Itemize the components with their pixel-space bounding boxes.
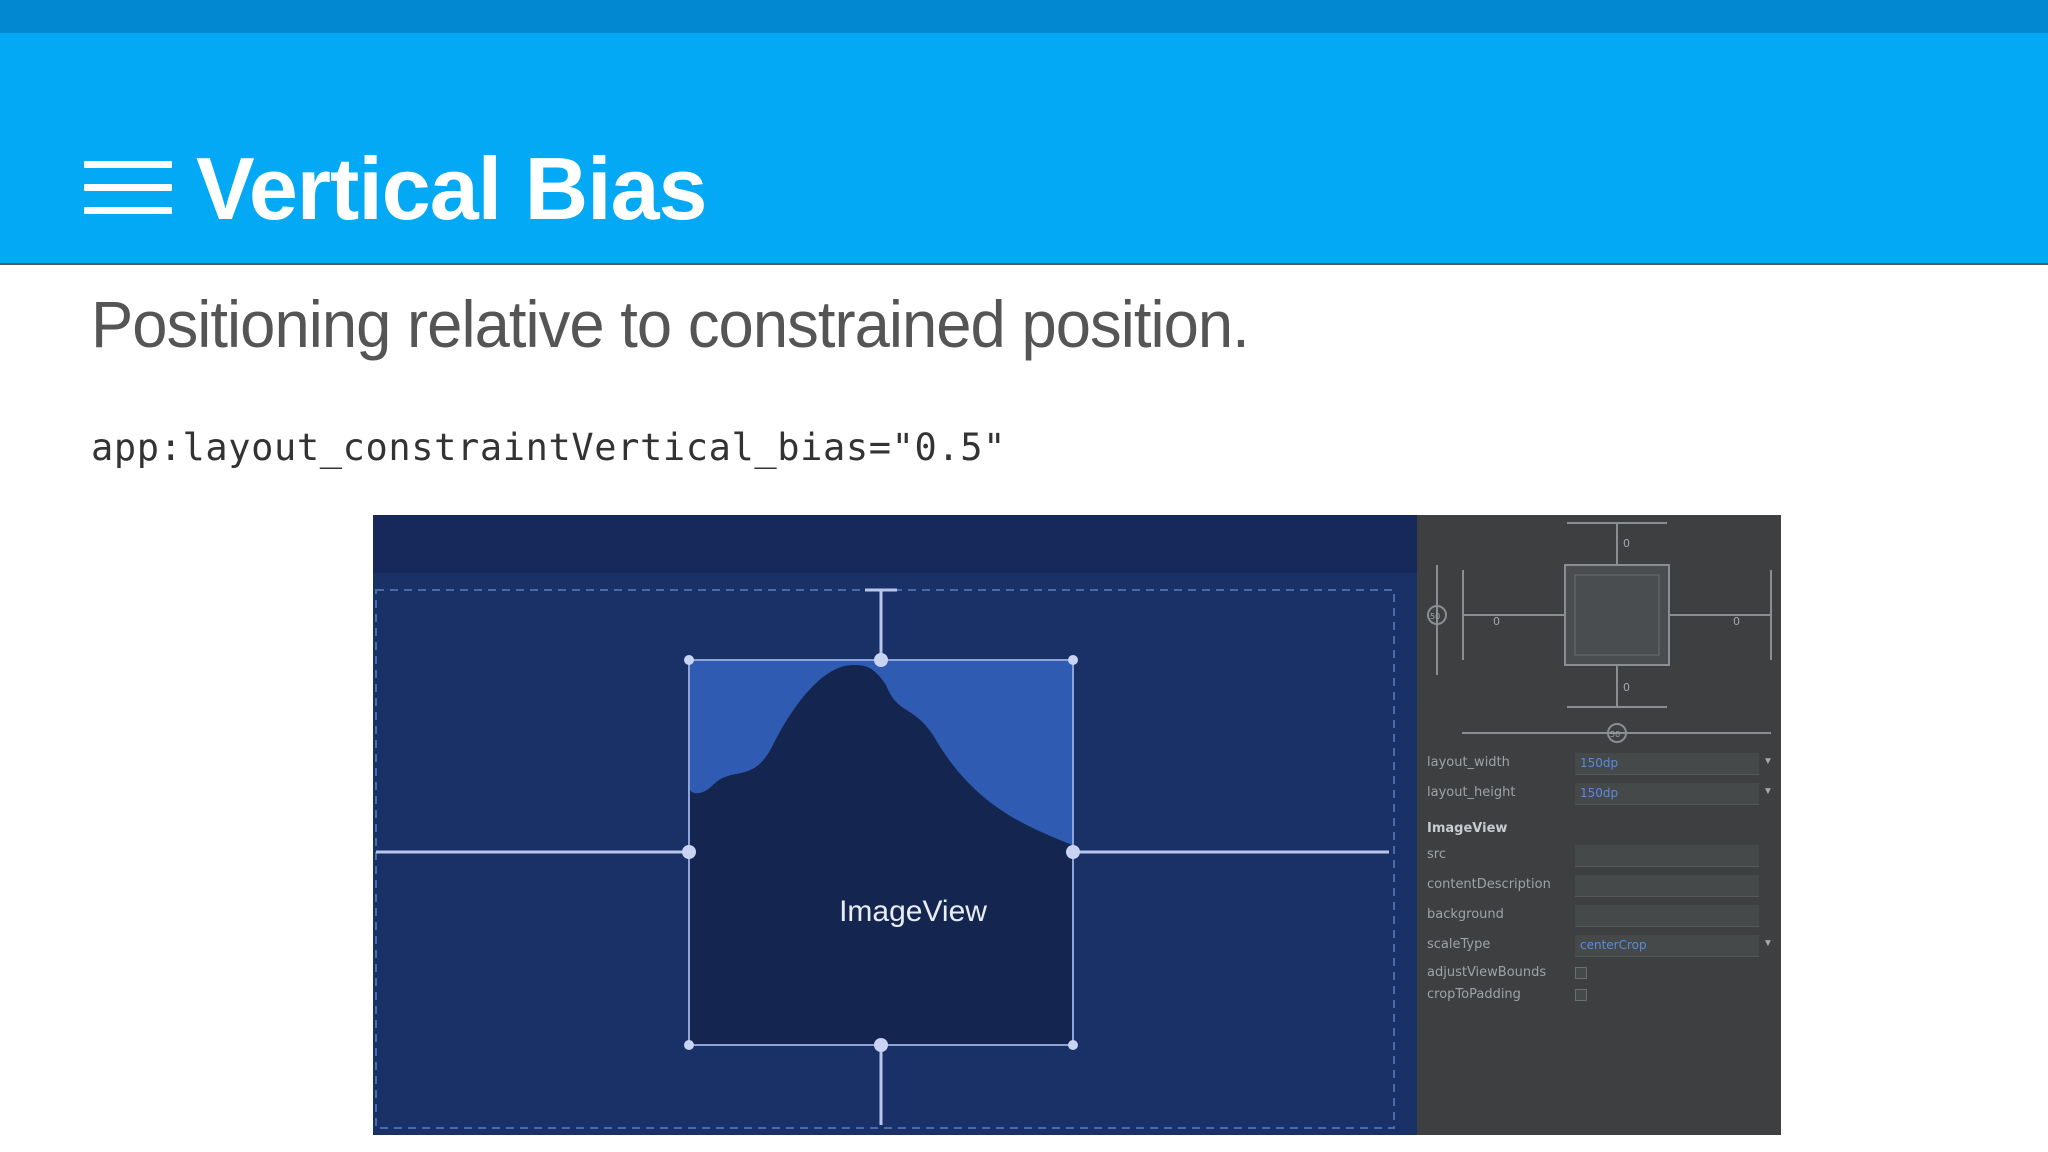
right-margin[interactable]: 0 <box>1733 615 1740 628</box>
attr-label: layout_width <box>1427 755 1510 770</box>
attr-row-content-description: contentDescription <box>1427 875 1777 897</box>
attr-label: contentDescription <box>1427 877 1551 892</box>
bottom-margin[interactable]: 0 <box>1623 681 1630 694</box>
status-strip <box>0 0 2048 33</box>
attr-row-adjust-view-bounds: adjustViewBounds <box>1427 963 1777 985</box>
attr-row-background: background <box>1427 905 1777 927</box>
attr-row-crop-to-padding: cropToPadding <box>1427 985 1777 1007</box>
image-view-label: ImageView <box>839 895 987 928</box>
attr-row-scale-type: scaleType centerCrop ▼ <box>1427 935 1777 957</box>
section-heading: ImageView <box>1427 821 1508 836</box>
dropdown-arrow-icon[interactable]: ▼ <box>1763 786 1773 797</box>
attr-label: scaleType <box>1427 937 1491 952</box>
attributes-panel: 0 0 0 0 50 50 layout_width 150dp ▼ layou… <box>1417 515 1781 1135</box>
src-field[interactable] <box>1575 845 1759 867</box>
app-bar: Vertical Bias <box>0 33 2048 265</box>
hamburger-menu-icon[interactable] <box>84 161 172 215</box>
attr-label: src <box>1427 847 1446 862</box>
attr-row-src: src <box>1427 845 1777 867</box>
layout-width-dropdown[interactable]: 150dp <box>1575 753 1759 775</box>
design-canvas <box>373 515 1417 1135</box>
layout-height-dropdown[interactable]: 150dp <box>1575 783 1759 805</box>
bottom-anchor[interactable] <box>874 1038 888 1052</box>
left-margin[interactable]: 0 <box>1493 615 1500 628</box>
content-description-field[interactable] <box>1575 875 1759 897</box>
top-margin[interactable]: 0 <box>1623 537 1630 550</box>
dropdown-arrow-icon[interactable]: ▼ <box>1763 756 1773 767</box>
scale-type-dropdown[interactable]: centerCrop <box>1575 935 1759 957</box>
background-field[interactable] <box>1575 905 1759 927</box>
left-anchor[interactable] <box>682 845 696 859</box>
page-title: Vertical Bias <box>196 139 707 238</box>
attr-label: adjustViewBounds <box>1427 965 1547 980</box>
code-snippet: app:layout_constraintVertical_bias="0.5" <box>91 426 1007 469</box>
attr-label: layout_height <box>1427 785 1516 800</box>
attr-section-imageview: ImageView <box>1427 819 1777 841</box>
constraint-inspector: 0 0 0 0 50 50 <box>1427 522 1772 743</box>
vertical-bias-value: 50 <box>1430 612 1440 621</box>
dropdown-arrow-icon[interactable]: ▼ <box>1763 938 1773 949</box>
layout-editor-screenshot: ImageView 0 0 0 0 50 50 layout_width 150… <box>373 515 1781 1135</box>
constraint-widget-box[interactable] <box>1564 564 1670 666</box>
horizontal-bias-value: 50 <box>1610 730 1620 739</box>
top-anchor[interactable] <box>874 653 888 667</box>
attr-row-layout-height: layout_height 150dp ▼ <box>1427 783 1777 805</box>
right-anchor[interactable] <box>1066 845 1080 859</box>
attr-row-layout-width: layout_width 150dp ▼ <box>1427 753 1777 775</box>
adjust-view-bounds-checkbox[interactable] <box>1575 967 1587 979</box>
crop-to-padding-checkbox[interactable] <box>1575 989 1587 1001</box>
attr-label: background <box>1427 907 1504 922</box>
slide-subtitle: Positioning relative to constrained posi… <box>91 287 1250 361</box>
attr-label: cropToPadding <box>1427 987 1521 1002</box>
